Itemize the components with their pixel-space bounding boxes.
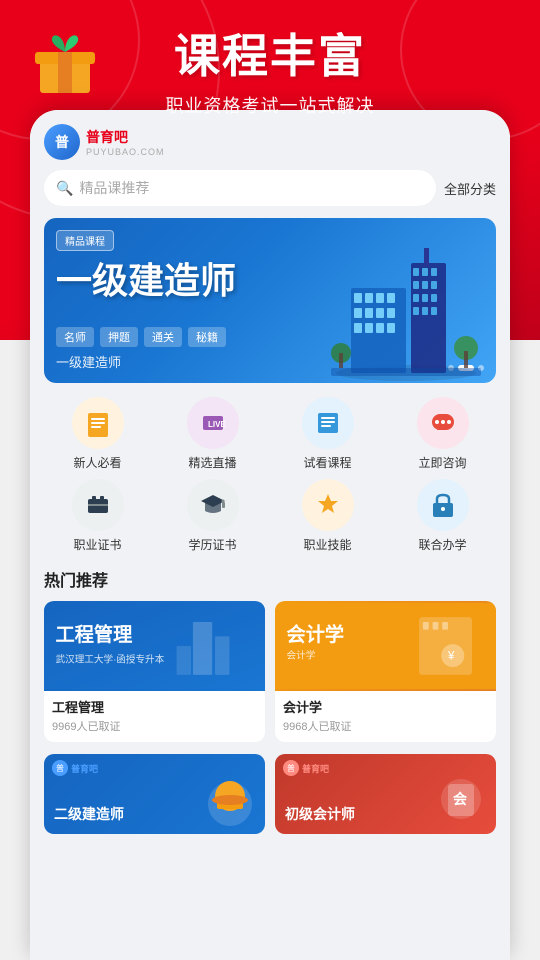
bottom-card-1[interactable]: 普 普育吧 会 初级会计师 (275, 754, 496, 834)
bottom-card-0[interactable]: 普 普育吧 二级建造师 (44, 754, 265, 834)
puyubao-dot-0: 普 (52, 760, 68, 776)
bottom-card-label-0: 二级建造师 (54, 804, 124, 824)
svg-text:武汉理工大学·函授专升本: 武汉理工大学·函授专升本 (56, 653, 165, 665)
bottom-card-badge-0: 普 普育吧 (52, 760, 98, 776)
phone-card: 普 普育吧 PUYUBAO.COM 🔍 精品课推荐 全部分类 精品课程 一级建造… (30, 110, 510, 960)
banner-badge: 精品课程 (56, 230, 114, 251)
course-name-0: 工程管理 (52, 697, 257, 716)
icon-label-xinren: 新人必看 (73, 454, 121, 471)
banner-building (316, 218, 496, 383)
banner-subtitle: 一级建造师 (56, 352, 121, 371)
icon-circle-xinren (72, 397, 124, 449)
puyubao-logo-1: 普 普育吧 (283, 760, 329, 776)
course-name-1: 会计学 (283, 697, 488, 716)
icon-label-lianhe: 联合办学 (418, 536, 466, 553)
card-grid: 工程管理 武汉理工大学·函授专升本 工程管理 9969人已取证 (44, 601, 496, 742)
banner-tags: 名师 押题 通关 秘籍 (56, 327, 226, 347)
icon-label-jineng: 职业技能 (303, 536, 351, 553)
logo-circle: 普 (44, 124, 80, 160)
banner-card[interactable]: 精品课程 一级建造师 名师 押题 通关 秘籍 一级建造师 (44, 218, 496, 383)
icon-circle-zhiye (72, 479, 124, 531)
phone-inner: 普 普育吧 PUYUBAO.COM 🔍 精品课推荐 全部分类 精品课程 一级建造… (30, 110, 510, 960)
svg-text:会: 会 (453, 791, 468, 807)
bottom-cards: 普 普育吧 二级建造师 (44, 754, 496, 854)
puyubao-name-0: 普育吧 (71, 762, 98, 775)
search-bar: 🔍 精品课推荐 全部分类 (44, 170, 496, 206)
icon-item-zhiye[interactable]: 职业证书 (44, 479, 151, 553)
icon-label-xueli: 学历证书 (188, 536, 236, 553)
puyubao-dot-1: 普 (283, 760, 299, 776)
logo-sub: PUYUBAO.COM (86, 147, 165, 157)
search-icon: 🔍 (56, 180, 73, 197)
icon-item-jineng[interactable]: 职业技能 (274, 479, 381, 553)
banner-title: 一级建造师 (56, 252, 236, 304)
icon-circle-zhibo: LIVE (187, 397, 239, 449)
course-card-0[interactable]: 工程管理 武汉理工大学·函授专升本 工程管理 9969人已取证 (44, 601, 265, 742)
svg-text:¥: ¥ (447, 650, 455, 662)
course-card-1[interactable]: 会计学 会计学 ¥ 会计学 9968人已取证 (275, 601, 496, 742)
icon-label-zixun: 立即咨询 (418, 454, 466, 471)
hero-title: 课程丰富 (0, 20, 540, 86)
course-info-1: 会计学 9968人已取证 (275, 691, 496, 742)
course-thumb-0: 工程管理 武汉理工大学·函授专升本 (44, 601, 265, 691)
category-button[interactable]: 全部分类 (444, 179, 496, 198)
icon-circle-lianhe (417, 479, 469, 531)
svg-text:LIVE: LIVE (208, 420, 226, 429)
icon-item-xinren[interactable]: 新人必看 (44, 397, 151, 471)
course-info-0: 工程管理 9969人已取证 (44, 691, 265, 742)
svg-text:工程管理: 工程管理 (56, 623, 133, 646)
hot-section-title: 热门推荐 (44, 567, 496, 591)
search-input-container[interactable]: 🔍 精品课推荐 (44, 170, 436, 206)
icon-circle-shikan (302, 397, 354, 449)
icon-label-shikan: 试看课程 (303, 454, 351, 471)
logo-name: 普育吧 (86, 127, 165, 147)
svg-text:会计学: 会计学 (287, 623, 345, 646)
icon-label-zhibo: 精选直播 (188, 454, 236, 471)
icon-item-shikan[interactable]: 试看课程 (274, 397, 381, 471)
icon-circle-zixun (417, 397, 469, 449)
svg-text:会计学: 会计学 (287, 649, 316, 661)
bottom-card-badge-1: 普 普育吧 (283, 760, 329, 776)
hero-subtitle: 职业资格考试一站式解决 (0, 92, 540, 118)
logo-text-area: 普育吧 PUYUBAO.COM (86, 127, 165, 157)
icon-circle-xueli (187, 479, 239, 531)
logo-icon-text: 普 (55, 132, 69, 152)
banner-tag-0: 名师 (56, 327, 94, 347)
banner-tag-3: 秘籍 (188, 327, 226, 347)
banner-tag-1: 押题 (100, 327, 138, 347)
icon-item-lianhe[interactable]: 联合办学 (389, 479, 496, 553)
hero-section: 课程丰富 职业资格考试一站式解决 (0, 0, 540, 118)
search-placeholder: 精品课推荐 (79, 178, 149, 198)
puyubao-logo-0: 普 普育吧 (52, 760, 98, 776)
course-count-0: 9969人已取证 (52, 718, 257, 734)
icon-item-xueli[interactable]: 学历证书 (159, 479, 266, 553)
icon-label-zhiye: 职业证书 (73, 536, 121, 553)
outer-background: 课程丰富 职业资格考试一站式解决 普 普育吧 PUYUBAO.COM 🔍 精品课… (0, 0, 540, 960)
icon-circle-jineng (302, 479, 354, 531)
banner-tag-2: 通关 (144, 327, 182, 347)
logo-bar: 普 普育吧 PUYUBAO.COM (44, 124, 496, 160)
course-count-1: 9968人已取证 (283, 718, 488, 734)
puyubao-name-1: 普育吧 (302, 762, 329, 775)
icon-grid: 新人必看 LIVE 精选直播 (44, 397, 496, 553)
icon-item-zixun[interactable]: 立即咨询 (389, 397, 496, 471)
icon-item-zhibo[interactable]: LIVE 精选直播 (159, 397, 266, 471)
bottom-card-label-1: 初级会计师 (285, 804, 355, 824)
course-thumb-1: 会计学 会计学 ¥ (275, 601, 496, 691)
